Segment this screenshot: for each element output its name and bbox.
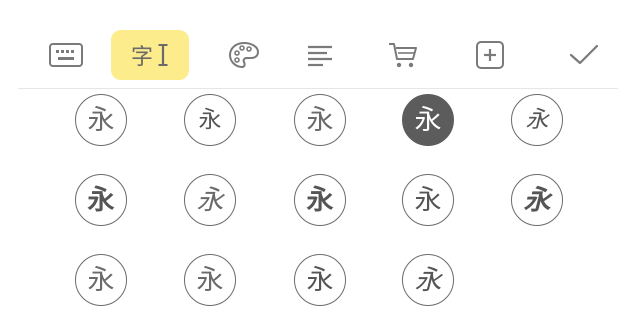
add-button[interactable] <box>455 30 525 80</box>
editor-toolbar: 字 <box>0 0 636 88</box>
font-option[interactable]: 永 <box>402 254 454 306</box>
font-glyph: 永 <box>87 104 115 136</box>
align-button[interactable] <box>285 30 355 80</box>
keyboard-button[interactable] <box>31 30 101 80</box>
font-option[interactable]: 永 <box>184 94 236 146</box>
font-glyph: 永 <box>198 106 222 133</box>
font-option[interactable]: 永 <box>511 174 563 226</box>
font-glyph: 永 <box>196 184 224 216</box>
font-glyph: 永 <box>306 104 334 136</box>
font-option[interactable]: 永 <box>75 174 127 226</box>
font-glyph: 永 <box>306 264 334 296</box>
font-option[interactable]: 永 <box>184 254 236 306</box>
font-option-selected[interactable]: 永 <box>402 94 454 146</box>
font-glyph: 永 <box>414 264 442 296</box>
font-option[interactable]: 永 <box>75 254 127 306</box>
cart-icon <box>386 40 420 70</box>
font-glyph: 永 <box>525 106 549 133</box>
font-option[interactable]: 永 <box>294 94 346 146</box>
font-tab-label: 字 <box>130 45 154 70</box>
keyboard-icon <box>48 41 84 69</box>
font-option[interactable]: 永 <box>294 254 346 306</box>
font-option[interactable]: 永 <box>184 174 236 226</box>
font-glyph: 永 <box>87 264 115 296</box>
font-option[interactable]: 永 <box>75 94 127 146</box>
font-glyph: 永 <box>414 104 442 136</box>
font-option[interactable]: 永 <box>511 94 563 146</box>
font-glyph: 永 <box>523 184 551 216</box>
color-button[interactable] <box>209 30 279 80</box>
font-glyph: 永 <box>87 184 115 216</box>
text-cursor-icon <box>157 42 169 68</box>
checkmark-icon <box>567 41 601 69</box>
done-button[interactable] <box>549 30 619 80</box>
cart-button[interactable] <box>368 30 438 80</box>
font-option[interactable]: 永 <box>402 174 454 226</box>
font-glyph: 永 <box>414 184 442 216</box>
align-left-icon <box>305 42 335 68</box>
font-glyph: 永 <box>196 264 224 296</box>
font-option[interactable]: 永 <box>294 174 346 226</box>
palette-icon <box>227 40 261 70</box>
font-tab[interactable]: 字 <box>111 30 189 80</box>
plus-square-icon <box>474 40 506 70</box>
font-grid: 永 永 永 永 永 永 永 永 永 永 永 永 永 永 <box>0 89 636 329</box>
font-glyph: 永 <box>306 184 334 216</box>
